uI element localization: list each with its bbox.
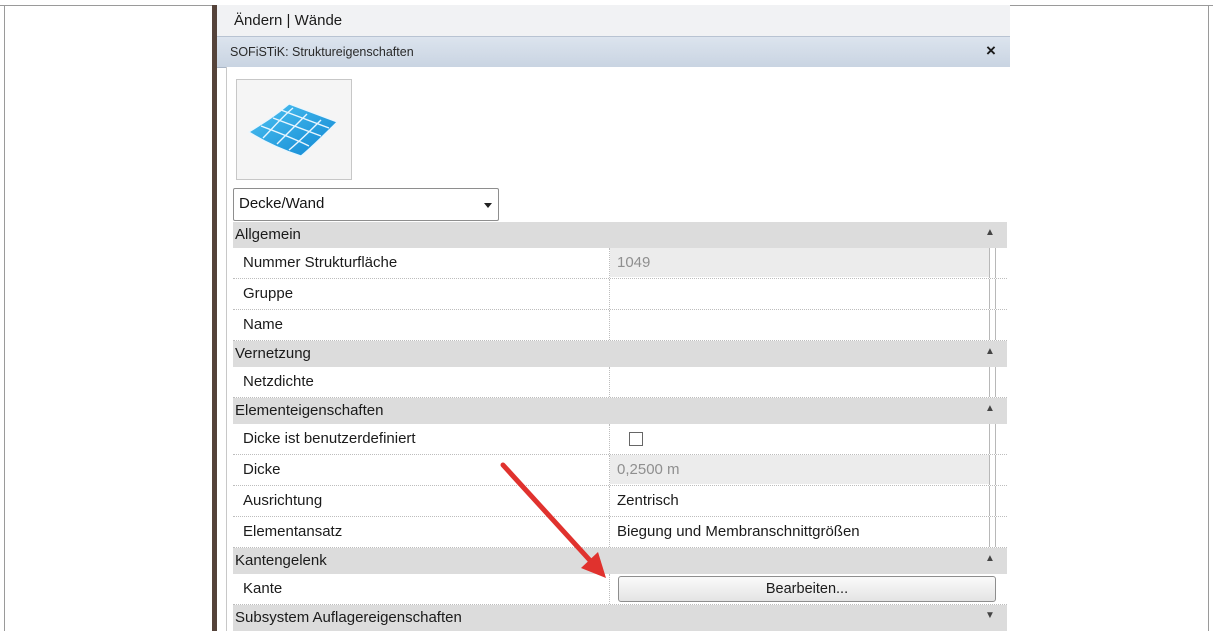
properties-panel: Ändern | Wände SOFiSTiK: Struktureigensc…	[217, 5, 1011, 631]
property-name: Nummer Strukturfläche	[243, 254, 398, 271]
property-name-cell: Dicke ist benutzerdefiniert	[233, 424, 610, 454]
property-name-cell: Elementansatz	[233, 517, 610, 547]
ribbon-context-bar: Ändern | Wände	[217, 5, 1010, 36]
edit-edge-button[interactable]: Bearbeiten...	[618, 576, 996, 602]
type-selector-dropdown[interactable]: Decke/Wand	[233, 188, 499, 221]
property-name: Elementansatz	[243, 523, 343, 540]
gruppe-value-field[interactable]	[610, 279, 989, 308]
collapse-icon[interactable]: ▲	[985, 403, 995, 414]
row-edge	[989, 424, 996, 454]
property-row-netzdichte: Netzdichte	[233, 367, 1007, 398]
collapse-icon[interactable]: ▲	[985, 553, 995, 564]
netzdichte-value-field[interactable]	[610, 367, 989, 396]
row-edge	[989, 279, 996, 309]
property-name: Dicke	[243, 461, 281, 478]
expand-icon[interactable]: ▼	[985, 610, 995, 621]
property-name-cell: Nummer Strukturfläche	[233, 248, 610, 278]
property-row-name: Name	[233, 310, 1007, 341]
name-value-field[interactable]	[610, 310, 989, 339]
row-edge	[989, 248, 996, 278]
row-edge	[989, 455, 996, 485]
property-name: Ausrichtung	[243, 492, 323, 509]
property-name-cell: Ausrichtung	[233, 486, 610, 516]
section-allgemein[interactable]: Allgemein ▲	[233, 222, 1007, 248]
property-name-cell: Kante	[233, 574, 610, 604]
property-row-ausrichtung: Ausrichtung Zentrisch	[233, 486, 1007, 517]
row-edge	[989, 486, 996, 516]
property-name: Kante	[243, 580, 283, 597]
property-row-dicke-benutzerdefiniert: Dicke ist benutzerdefiniert	[233, 424, 1007, 455]
row-edge	[989, 367, 996, 397]
property-value: Biegung und Membranschnittgrößen	[617, 523, 860, 540]
window-frame-left	[4, 5, 5, 631]
property-name-cell: Gruppe	[233, 279, 610, 309]
property-name: Name	[243, 316, 284, 333]
section-label: Subsystem Auflagereigenschaften	[235, 609, 462, 626]
property-name-cell: Name	[233, 310, 610, 340]
property-value: 0,2500 m	[617, 461, 680, 478]
ribbon-context-label: Ändern | Wände	[234, 12, 343, 29]
panel-content: Decke/Wand Allgemein ▲ Nummer Strukturfl…	[226, 67, 1011, 631]
section-label: Kantengelenk	[235, 552, 327, 569]
property-value: 1049	[617, 254, 651, 271]
property-name: Netzdichte	[243, 373, 314, 390]
section-label: Allgemein	[235, 226, 301, 243]
row-edge	[989, 310, 996, 340]
close-icon[interactable]: ×	[986, 41, 996, 61]
surface-mesh-icon	[247, 103, 339, 157]
section-label: Vernetzung	[235, 345, 311, 362]
window-frame-right	[1208, 5, 1209, 631]
collapse-icon[interactable]: ▲	[985, 227, 995, 238]
row-edge	[989, 517, 996, 547]
panel-title: SOFiSTiK: Struktureigenschaften	[230, 45, 414, 59]
property-row-dicke: Dicke 0,2500 m	[233, 455, 1007, 486]
property-row-nummer: Nummer Strukturfläche 1049	[233, 248, 1007, 279]
property-row-gruppe: Gruppe	[233, 279, 1007, 310]
edit-edge-button-label: Bearbeiten...	[765, 581, 849, 597]
section-kantengelenk[interactable]: Kantengelenk ▲	[233, 548, 1007, 574]
readonly-value-cell	[610, 248, 989, 277]
type-selector-value: Decke/Wand	[239, 195, 325, 212]
property-grid: Allgemein ▲ Nummer Strukturfläche 1049 G…	[233, 222, 1007, 631]
property-row-elementansatz: Elementansatz Biegung und Membranschnitt…	[233, 517, 1007, 548]
property-name-cell: Netzdichte	[233, 367, 610, 397]
custom-thickness-checkbox[interactable]	[629, 432, 643, 446]
section-vernetzung[interactable]: Vernetzung ▲	[233, 341, 1007, 367]
panel-titlebar[interactable]: SOFiSTiK: Struktureigenschaften ×	[217, 36, 1010, 68]
section-elementeigenschaften[interactable]: Elementeigenschaften ▲	[233, 398, 1007, 424]
section-subsystem[interactable]: Subsystem Auflagereigenschaften ▼	[233, 605, 1007, 631]
property-name: Gruppe	[243, 285, 294, 302]
collapse-icon[interactable]: ▲	[985, 346, 995, 357]
chevron-down-icon	[484, 203, 492, 208]
property-name: Dicke ist benutzerdefiniert	[243, 430, 416, 447]
type-preview	[236, 79, 352, 180]
property-row-kante: Kante Bearbeiten...	[233, 574, 1007, 605]
property-name-cell: Dicke	[233, 455, 610, 485]
property-value: Zentrisch	[617, 492, 679, 509]
section-label: Elementeigenschaften	[235, 402, 384, 419]
